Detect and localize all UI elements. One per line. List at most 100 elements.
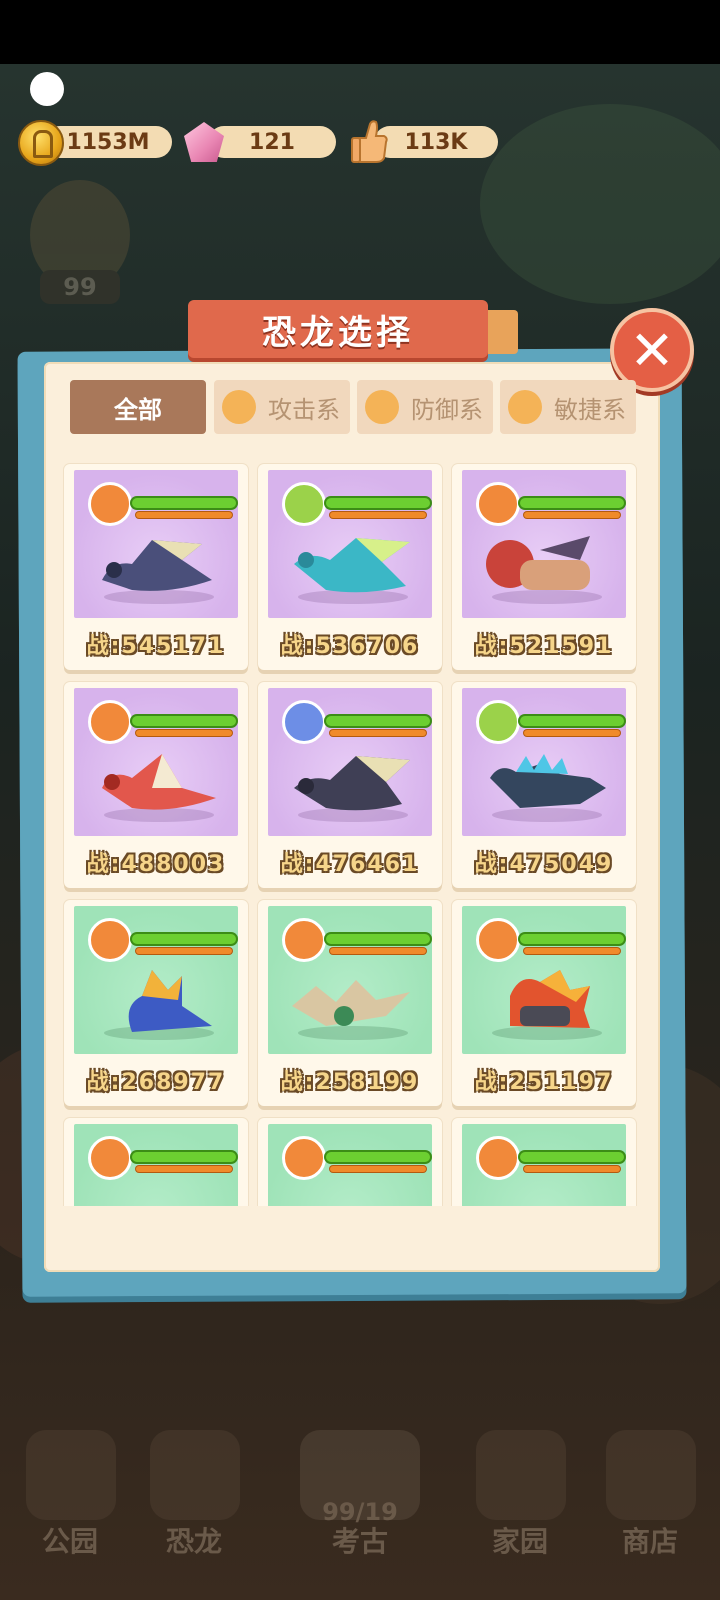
- dino-portrait: [74, 688, 238, 836]
- battle-power: 战:536706: [280, 634, 420, 659]
- gem-counter: 121: [208, 126, 336, 158]
- agility-type-icon: [476, 700, 520, 744]
- health-bar: [132, 716, 236, 726]
- health-bar: [326, 1152, 430, 1162]
- agility-point-icon: [508, 390, 542, 424]
- battle-power: 战:476461: [280, 852, 420, 877]
- health-bar: [520, 934, 624, 944]
- energy-bar: [136, 1166, 232, 1172]
- dino-portrait: [268, 906, 432, 1054]
- spiked-dino-sprite: [490, 754, 606, 808]
- nav-archaeology[interactable]: 考古: [300, 1520, 420, 1560]
- dragon-sprite: [102, 754, 216, 810]
- tab-agility[interactable]: 敏捷系: [500, 380, 636, 434]
- dino-portrait: [268, 1124, 432, 1206]
- attack-type-icon: [282, 918, 326, 962]
- health-bar: [520, 1152, 624, 1162]
- nav-park[interactable]: 公园: [10, 1520, 130, 1560]
- energy-bar: [330, 948, 426, 954]
- close-icon: ✕: [629, 318, 675, 382]
- dino-card[interactable]: [64, 1118, 248, 1206]
- dragon-sprite: [128, 970, 212, 1032]
- dino-portrait: [74, 906, 238, 1054]
- health-bar: [520, 716, 624, 726]
- tab-attack[interactable]: 攻击系: [214, 380, 350, 434]
- health-bar: [326, 498, 430, 508]
- defense-fist-icon: [365, 390, 399, 424]
- shop-icon: [606, 1430, 696, 1520]
- tab-all-label: 全部: [114, 395, 162, 424]
- energy-bar: [524, 1166, 620, 1172]
- dino-card[interactable]: 战:476461: [258, 682, 442, 888]
- nav-home[interactable]: 家园: [460, 1520, 580, 1560]
- tab-all[interactable]: 全部: [70, 380, 206, 434]
- tab-defense-label: 防御系: [411, 395, 483, 424]
- player-level: 99: [40, 270, 120, 304]
- energy-bar: [524, 730, 620, 736]
- energy-bar: [330, 512, 426, 518]
- tiger-sprite: [480, 1184, 610, 1206]
- battle-power: 战:268977: [86, 1070, 226, 1095]
- thumbs-up-icon: [351, 120, 388, 163]
- attack-type-icon: [88, 1136, 132, 1180]
- battle-power: 战:258199: [280, 1070, 420, 1095]
- player-avatar-background: 99: [10, 170, 150, 350]
- dino-grid: 战:545171 战:536706 战:521591 战:488003 战:47…: [62, 452, 638, 1206]
- battle-power: 战:521591: [474, 634, 614, 659]
- dragon-sprite: [294, 538, 410, 593]
- health-bar: [132, 498, 236, 508]
- battle-power: 战:488003: [86, 852, 226, 877]
- battle-power: 战:545171: [86, 634, 226, 659]
- dino-portrait: [462, 906, 626, 1054]
- health-bar: [132, 934, 236, 944]
- attack-hand-icon: [222, 390, 256, 424]
- attack-type-icon: [88, 700, 132, 744]
- dino-card[interactable]: [258, 1118, 442, 1206]
- energy-bar: [330, 1166, 426, 1172]
- dino-card[interactable]: 战:251197: [452, 900, 636, 1106]
- energy-bar: [524, 948, 620, 954]
- dino-portrait: [462, 688, 626, 836]
- agility-type-icon: [282, 482, 326, 526]
- likes-counter: 113K: [374, 126, 498, 158]
- gold-value: 1153M: [66, 129, 150, 155]
- lion-sprite: [486, 536, 590, 590]
- tab-agility-label: 敏捷系: [554, 395, 626, 424]
- nav-dino[interactable]: 恐龙: [134, 1520, 254, 1560]
- battle-power: 战:251197: [474, 1070, 614, 1095]
- dragon-sprite: [92, 1184, 222, 1206]
- likes-value: 113K: [404, 129, 468, 155]
- dragon-sprite: [102, 540, 212, 591]
- attack-type-icon: [476, 918, 520, 962]
- dino-card[interactable]: 战:268977: [64, 900, 248, 1106]
- gem-value: 121: [249, 129, 295, 155]
- dino-card[interactable]: 战:258199: [258, 900, 442, 1106]
- floating-dot-button[interactable]: [30, 72, 64, 106]
- energy-bar: [330, 730, 426, 736]
- dino-card[interactable]: 战:488003: [64, 682, 248, 888]
- dragon-sprite: [294, 756, 410, 811]
- home-icon: [476, 1430, 566, 1520]
- dino-card[interactable]: 战:545171: [64, 464, 248, 670]
- dino-card[interactable]: 战:475049: [452, 682, 636, 888]
- tab-defense[interactable]: 防御系: [357, 380, 493, 434]
- gold-coin-icon: [18, 120, 64, 166]
- dino-portrait: [268, 470, 432, 618]
- dino-portrait: [268, 688, 432, 836]
- health-bar: [326, 716, 430, 726]
- nav-shop[interactable]: 商店: [590, 1520, 710, 1560]
- dino-portrait: [462, 470, 626, 618]
- dino-portrait: [74, 470, 238, 618]
- dino-card[interactable]: 战:536706: [258, 464, 442, 670]
- dialog-title: 恐龙选择: [188, 300, 488, 358]
- attack-type-icon: [88, 482, 132, 526]
- status-bar: [0, 0, 720, 64]
- battle-power: 战:475049: [474, 852, 614, 877]
- health-bar: [326, 934, 430, 944]
- dino-icon: [150, 1430, 240, 1520]
- fire-dragon-sprite: [286, 1184, 416, 1206]
- dino-portrait: [462, 1124, 626, 1206]
- energy-bar: [524, 512, 620, 518]
- dino-card[interactable]: 战:521591: [452, 464, 636, 670]
- dino-card[interactable]: [452, 1118, 636, 1206]
